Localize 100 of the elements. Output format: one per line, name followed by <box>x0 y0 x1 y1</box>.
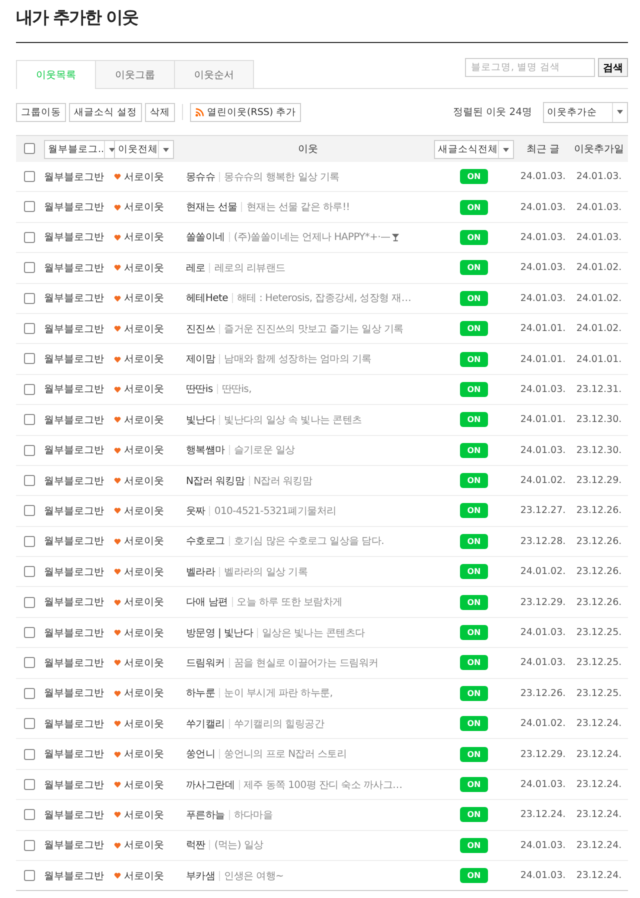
relation-label: 서로이웃 <box>124 322 164 336</box>
group-name: 월부블로그반 <box>44 658 104 669</box>
blog-description: 빛난다의 일상 속 빛나는 콘텐츠 <box>224 414 362 427</box>
blog-description: 슬기로운 일상 <box>234 444 295 458</box>
recent-post-date: 24.01.03. <box>520 232 566 243</box>
added-date: 24.01.02. <box>576 292 622 304</box>
added-date: 23.12.25. <box>576 627 622 638</box>
relation-label: 서로이웃 <box>124 718 164 731</box>
recent-post-date: 24.01.03. <box>520 202 566 213</box>
group-name: 월부블로그반 <box>44 718 104 730</box>
blog-description: 오늘 하루 또한 보람차게 <box>236 596 342 610</box>
relation-label: 서로이웃 <box>124 839 164 852</box>
blog-description: 남매와 함께 성장하는 엄마의 기록 <box>224 353 372 366</box>
group-name: 월부블로그반 <box>44 202 104 214</box>
relation-label: 서로이웃 <box>124 808 164 822</box>
blog-description: 레로의 리뷰랜드 <box>214 262 286 275</box>
group-name: 월부블로그반 <box>44 172 104 183</box>
relation-label: 서로이웃 <box>124 353 164 366</box>
blog-description: 호기심 많은 수호로그 일상을 담다. <box>234 535 384 548</box>
recent-post-date: 24.01.02. <box>520 718 566 730</box>
relation-label: 서로이웃 <box>124 566 164 579</box>
added-date: 23.12.25. <box>576 657 622 668</box>
blog-description: 몽슈슈의 행복한 일상 기록 <box>224 170 340 184</box>
added-date: 23.12.24. <box>576 779 622 790</box>
recent-post-date: 24.01.03. <box>520 292 566 304</box>
recent-post-date: 23.12.27. <box>520 505 566 516</box>
added-date: 23.12.26. <box>576 505 622 516</box>
column-header: 이웃 <box>298 144 318 155</box>
recent-post-date: 24.01.02. <box>520 475 566 486</box>
blog-description: 제주 동쪽 100평 잔디 숙소 까사그… <box>244 778 402 792</box>
added-date: 23.12.26. <box>576 566 622 578</box>
blog-description: 벨라라의 일상 기록 <box>224 566 308 579</box>
group-name: 월부블로그반 <box>44 262 104 274</box>
added-date: 23.12.24. <box>576 718 622 730</box>
blog-description: 즐거운 진진쓰의 맛보고 즐기는 일상 기록 <box>224 322 404 336</box>
added-date: 24.01.01. <box>576 354 622 365</box>
added-date: 24.01.03. <box>576 232 622 243</box>
recent-post-date: 24.01.01. <box>520 354 566 365</box>
recent-post-date: 24.01.03. <box>520 870 566 882</box>
relation-label: 서로이웃 <box>124 748 164 762</box>
relation-label: 서로이웃 <box>124 778 164 792</box>
group-name: 월부블로그반 <box>44 597 104 608</box>
added-date: 23.12.31. <box>576 384 622 395</box>
group-name: 월부블로그반 <box>44 536 104 548</box>
neighbor-count: 정렬된 이웃 24명 <box>452 106 532 119</box>
added-date: 24.01.03. <box>576 202 622 213</box>
added-date: 23.12.24. <box>576 809 622 820</box>
blog-description: 인생은 여행~ <box>224 870 284 883</box>
recent-post-date: 23.12.24. <box>520 809 566 820</box>
relation-label: 서로이웃 <box>124 262 164 275</box>
recent-post-date: 23.12.26. <box>520 688 566 699</box>
relation-label: 서로이웃 <box>124 383 164 396</box>
blog-description: (먹는) 일상 <box>214 839 264 852</box>
blog-description: 현재는 선물 같은 하루!! <box>246 201 350 214</box>
group-name: 월부블로그반 <box>44 293 104 304</box>
added-date: 23.12.30. <box>576 414 622 426</box>
relation-label: 서로이웃 <box>124 870 164 883</box>
recent-post-date: 24.01.03. <box>520 171 566 182</box>
added-date: 23.12.24. <box>576 748 622 760</box>
relation-label: 서로이웃 <box>124 201 164 214</box>
group-name: 월부블로그반 <box>44 628 104 639</box>
blog-description: 꿈을 현실로 이끌어가는 드림워커 <box>234 656 378 670</box>
group-name: 월부블로그반 <box>44 840 104 852</box>
group-name: 월부블로그반 <box>44 749 104 760</box>
added-date: 23.12.30. <box>576 444 622 456</box>
recent-post-date: 24.01.03. <box>520 262 566 274</box>
relation-label: 서로이웃 <box>124 504 164 518</box>
added-date: 23.12.24. <box>576 840 622 851</box>
relation-label: 서로이웃 <box>124 414 164 427</box>
recent-post-date: 24.01.03. <box>520 779 566 790</box>
group-name: 월부블로그반 <box>44 414 104 426</box>
group-name: 월부블로그반 <box>44 232 104 244</box>
relation-label: 서로이웃 <box>124 170 164 184</box>
relation-label: 서로이웃 <box>124 292 164 306</box>
blog-description: 딴딴is, <box>222 383 252 396</box>
added-date: 24.01.03. <box>576 171 622 182</box>
recent-post-date: 23.12.29. <box>520 596 566 608</box>
group-name: 월부블로그반 <box>44 384 104 396</box>
relation-label: 서로이웃 <box>124 535 164 548</box>
blog-description: 일상은 빛나는 콘텐츠다 <box>262 626 365 640</box>
blog-description: 하다마을 <box>234 808 273 822</box>
added-date: 23.12.26. <box>576 536 622 547</box>
blog-description: 쑤기캘리의 힐링공간 <box>234 718 324 731</box>
recent-post-date: 24.01.03. <box>520 627 566 638</box>
added-date: 23.12.26. <box>576 596 622 608</box>
group-name: 월부블로그반 <box>44 506 104 517</box>
page-title: 내가 추가한 이웃 <box>16 7 139 30</box>
recent-post-date: 24.01.03. <box>520 657 566 668</box>
group-name: 월부블로그반 <box>44 870 104 882</box>
group-name: 월부블로그반 <box>44 445 104 456</box>
column-header: 최근 글 <box>526 144 560 155</box>
column-header: 이웃추가일 <box>574 144 624 155</box>
added-date: 24.01.02. <box>576 262 622 274</box>
blog-description: N잡러 워킹맘 <box>254 474 312 488</box>
group-name: 월부블로그반 <box>44 476 104 487</box>
relation-label: 서로이웃 <box>124 656 164 670</box>
recent-post-date: 24.01.02. <box>520 566 566 578</box>
blog-description: 해테 : Heterosis, 잡종강세, 성장형 재… <box>236 292 412 306</box>
group-name: 월부블로그반 <box>44 688 104 700</box>
added-date: 23.12.25. <box>576 688 622 699</box>
